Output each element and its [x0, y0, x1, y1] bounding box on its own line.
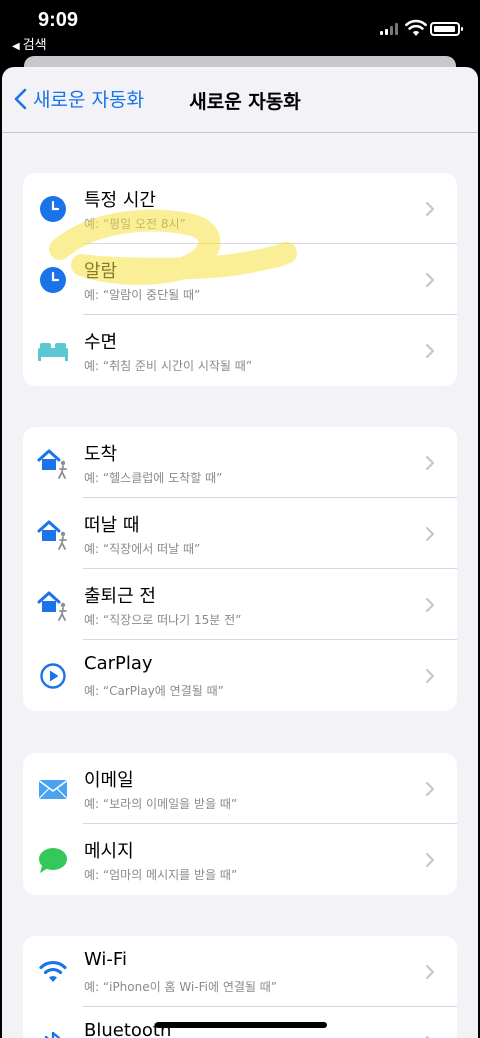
home-person-icon: [37, 591, 67, 621]
row-subtitle: 예: “알람이 중단될 때”: [84, 288, 201, 302]
back-app-label: 검색: [22, 38, 47, 53]
mail-icon: [39, 780, 67, 799]
bed-icon: [38, 343, 68, 361]
back-triangle-icon: ◀: [12, 41, 20, 52]
row-title: 메시지: [84, 841, 134, 862]
row-title: Wi-Fi: [84, 949, 127, 970]
time-triggers-group: 특정 시간 예: “평일 오전 8시” 알람 예: “알람이 중단될 때” 수면…: [23, 173, 457, 386]
row-title: CarPlay: [84, 653, 153, 674]
status-time: 9:09: [38, 9, 79, 31]
wifi-icon: [39, 960, 67, 982]
new-automation-sheet: 새로운 자동화 새로운 자동화 특정 시간 예: “평일 오전 8시” 알람 예…: [2, 67, 478, 1038]
wifi-status-icon: [405, 19, 427, 36]
chevron-right-icon: [426, 669, 434, 683]
communication-triggers-group: 이메일 예: “보라의 이메일을 받을 때” 메시지 예: “엄마의 메시지를 …: [23, 753, 457, 895]
chevron-right-icon: [426, 202, 434, 216]
alarm-clock-icon: [40, 267, 66, 293]
row-subtitle: 예: “직장으로 떠나기 15분 전”: [84, 613, 242, 627]
navigation-bar: 새로운 자동화 새로운 자동화: [2, 67, 478, 133]
carplay-icon: [40, 663, 66, 689]
chevron-right-icon: [426, 853, 434, 867]
chevron-right-icon: [426, 782, 434, 796]
message-icon: [39, 848, 67, 873]
trigger-row-arrive[interactable]: 도착 예: “헬스클럽에 도착할 때”: [23, 427, 457, 498]
row-subtitle: 예: “평일 오전 8시”: [84, 217, 186, 231]
home-indicator: [155, 1022, 327, 1028]
row-title: 출퇴근 전: [84, 586, 156, 607]
trigger-row-before-commute[interactable]: 출퇴근 전 예: “직장으로 떠나기 15분 전”: [23, 569, 457, 640]
trigger-row-sleep[interactable]: 수면 예: “취침 준비 시간이 시작될 때”: [23, 315, 457, 386]
status-bar: 9:09 ◀ 검색: [0, 0, 480, 56]
trigger-row-time-of-day[interactable]: 특정 시간 예: “평일 오전 8시”: [23, 173, 457, 244]
chevron-right-icon: [426, 527, 434, 541]
bluetooth-icon: [44, 1031, 61, 1038]
back-to-app-link[interactable]: ◀ 검색: [12, 34, 47, 53]
chevron-right-icon: [426, 273, 434, 287]
row-subtitle: 예: “취침 준비 시간이 시작될 때”: [84, 359, 253, 373]
row-subtitle: 예: “CarPlay에 연결될 때”: [84, 684, 224, 698]
chevron-right-icon: [426, 598, 434, 612]
trigger-row-email[interactable]: 이메일 예: “보라의 이메일을 받을 때”: [23, 753, 457, 824]
row-title: 이메일: [84, 770, 134, 791]
row-title: 알람: [84, 261, 118, 282]
trigger-row-wifi[interactable]: Wi-Fi 예: “iPhone이 홈 Wi-Fi에 연결될 때”: [23, 936, 457, 1007]
row-title: 특정 시간: [84, 190, 156, 211]
clock-icon: [40, 196, 66, 222]
trigger-row-alarm[interactable]: 알람 예: “알람이 중단될 때”: [23, 244, 457, 315]
chevron-right-icon: [426, 344, 434, 358]
trigger-row-carplay[interactable]: CarPlay 예: “CarPlay에 연결될 때”: [23, 640, 457, 711]
row-subtitle: 예: “iPhone이 홈 Wi-Fi에 연결될 때”: [84, 980, 278, 994]
trigger-row-leave[interactable]: 떠날 때 예: “직장에서 떠날 때”: [23, 498, 457, 569]
battery-icon: [430, 22, 463, 36]
page-title: 새로운 자동화: [189, 91, 301, 113]
home-person-icon: [37, 520, 67, 550]
trigger-row-message[interactable]: 메시지 예: “엄마의 메시지를 받을 때”: [23, 824, 457, 895]
row-subtitle: 예: “직장에서 떠날 때”: [84, 542, 201, 556]
chevron-right-icon: [426, 456, 434, 470]
cellular-signal-icon: [380, 23, 400, 35]
row-title: 떠날 때: [84, 515, 140, 536]
row-subtitle: 예: “헬스클럽에 도착할 때”: [84, 471, 223, 485]
location-triggers-group: 도착 예: “헬스클럽에 도착할 때” 떠날 때 예: “직장에서 떠날 때”: [23, 427, 457, 711]
row-title: 도착: [84, 444, 118, 465]
row-subtitle: 예: “보라의 이메일을 받을 때”: [84, 797, 238, 811]
row-subtitle: 예: “엄마의 메시지를 받을 때”: [84, 868, 238, 882]
home-person-icon: [37, 449, 67, 479]
chevron-right-icon: [426, 965, 434, 979]
row-title: 수면: [84, 332, 118, 353]
